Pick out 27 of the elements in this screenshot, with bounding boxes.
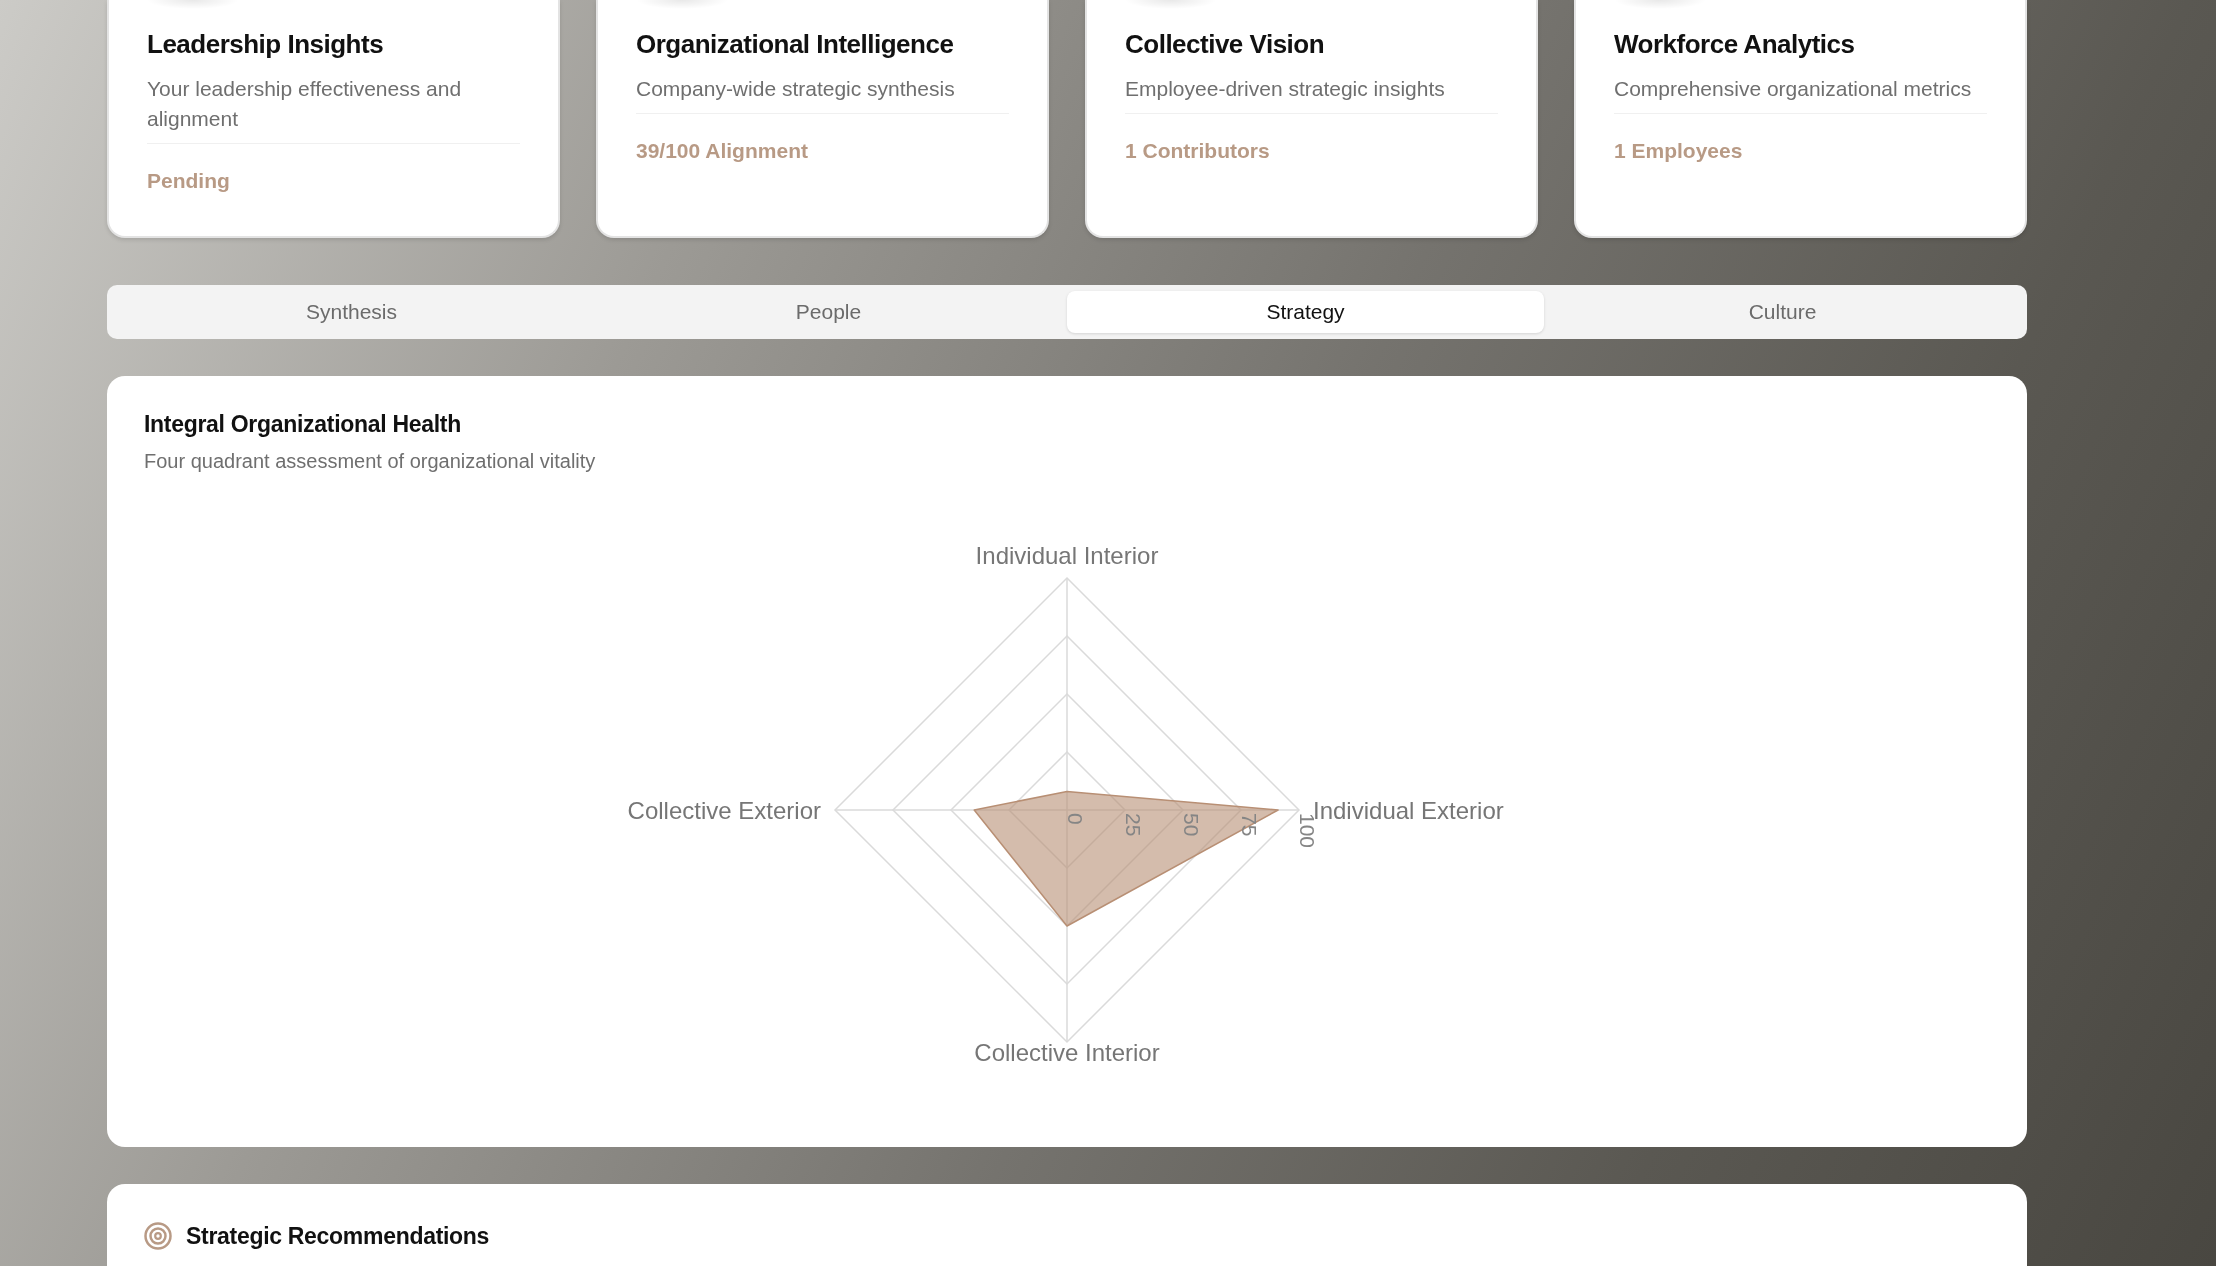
panel-title: Strategic Recommendations [186,1222,490,1250]
tab[interactable]: Strategy [1067,291,1544,333]
axis-label: Individual Interior [975,541,1159,569]
tab[interactable]: People [590,291,1067,333]
tick-label: 75 [1238,813,1261,837]
card-metric: 1 Contributors [1125,138,1270,164]
card-title: Workforce Analytics [1614,28,1856,60]
card-metric: Pending [147,168,230,194]
card-description: Company-wide strategic synthesis [636,74,1009,114]
axis-label: Collective Exterior [627,796,821,824]
panel-title: Integral Organizational Health [144,410,462,438]
axis-label: Collective Interior [974,1038,1160,1066]
tab[interactable]: Synthesis [113,291,590,333]
tick-label: 0 [1064,813,1087,825]
card-description: Your leadership effectiveness and alignment [147,74,520,144]
card-description: Comprehensive organizational metrics [1614,74,1987,114]
card-description: Employee-driven strategic insights [1125,74,1498,114]
card-title: Organizational Intelligence [636,28,955,60]
tick-label: 50 [1180,813,1203,837]
card-metric: 39/100 Alignment [636,138,808,164]
tab[interactable]: Culture [1544,291,2021,333]
tick-label: 25 [1122,813,1145,837]
target-icon [144,1222,172,1250]
card-metric: 1 Employees [1614,138,1743,164]
panel-subtitle: Four quadrant assessment of organizational vitality [144,449,597,474]
card-title: Collective Vision [1125,28,1326,60]
card-title: Leadership Insights [147,28,385,60]
